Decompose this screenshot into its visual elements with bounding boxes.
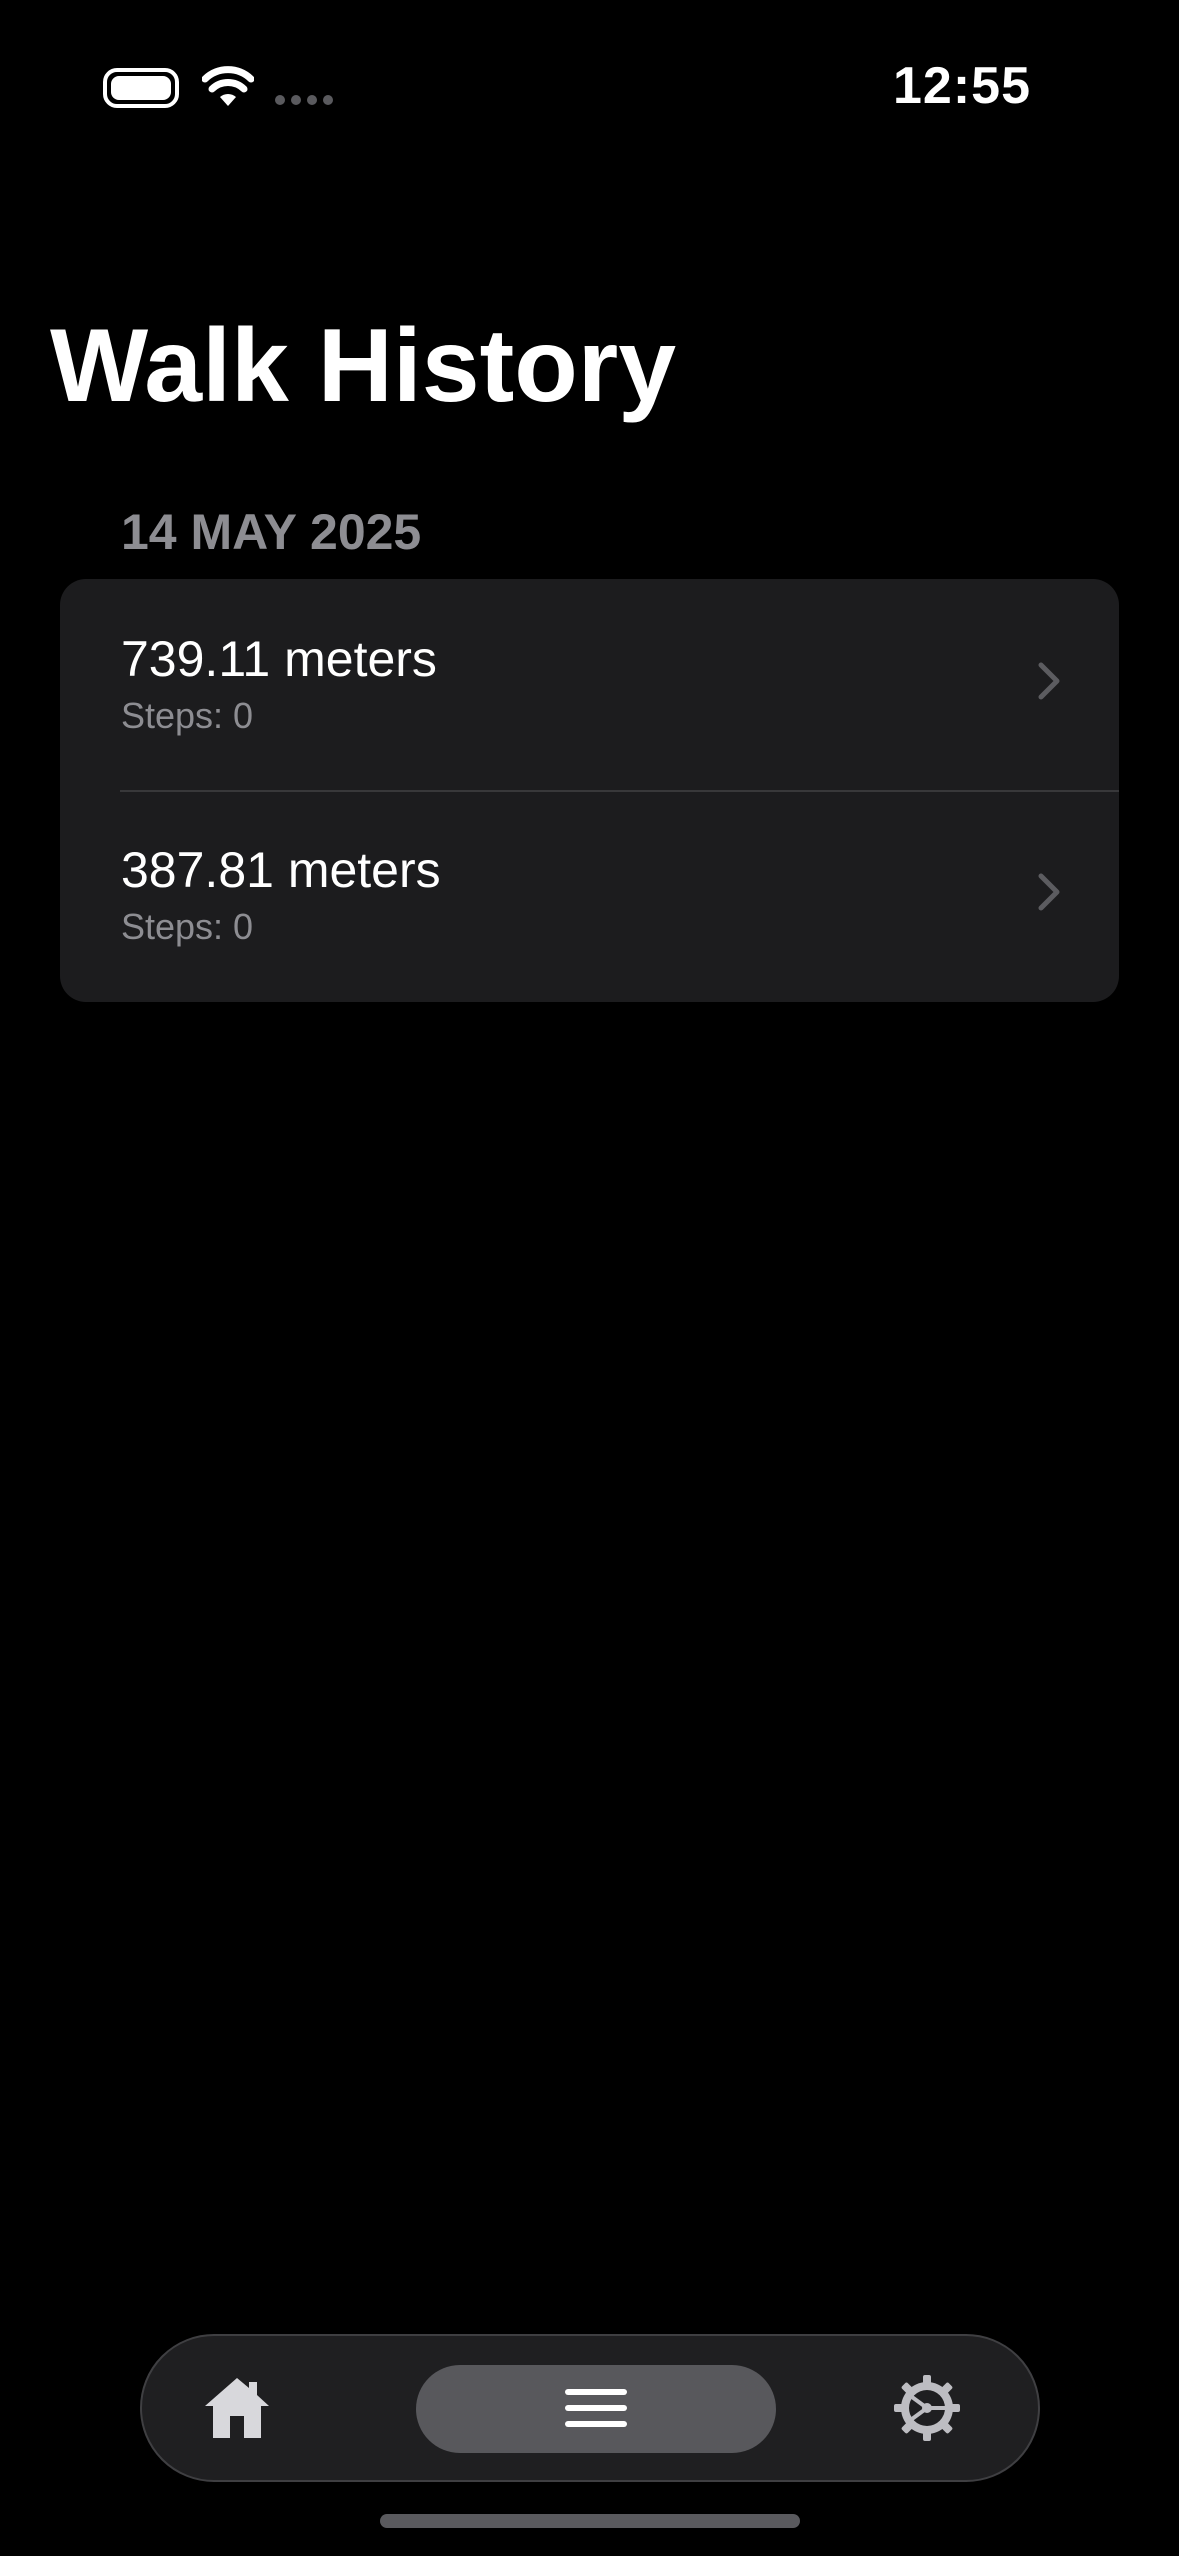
gear-icon — [894, 2375, 960, 2441]
tab-home[interactable] — [182, 2336, 292, 2480]
battery-icon — [103, 68, 179, 108]
walk-steps: Steps: 0 — [121, 695, 254, 736]
tab-bar — [140, 2334, 1040, 2482]
chevron-right-icon — [1038, 662, 1060, 700]
tab-history[interactable] — [416, 2336, 776, 2480]
walk-row[interactable]: 739.11 meters Steps: 0 — [60, 579, 1119, 790]
wifi-icon — [202, 66, 254, 106]
home-indicator[interactable] — [380, 2514, 800, 2528]
walk-list: 739.11 meters Steps: 0 387.81 meters Ste… — [60, 579, 1119, 1002]
walk-row[interactable]: 387.81 meters Steps: 0 — [60, 790, 1119, 1001]
house-icon — [205, 2378, 269, 2438]
page-title: Walk History — [50, 308, 677, 424]
status-time: 12:55 — [893, 57, 1031, 115]
chevron-right-icon — [1038, 873, 1060, 911]
walk-distance: 387.81 meters — [121, 842, 441, 898]
section-header-date: 14 MAY 2025 — [121, 504, 422, 560]
walk-steps: Steps: 0 — [121, 906, 254, 947]
list-icon — [565, 2389, 627, 2427]
status-bar: 12:55 — [0, 0, 1179, 170]
walk-distance: 739.11 meters — [121, 631, 437, 687]
signal-dots-icon — [275, 95, 333, 105]
tab-settings[interactable] — [872, 2336, 982, 2480]
